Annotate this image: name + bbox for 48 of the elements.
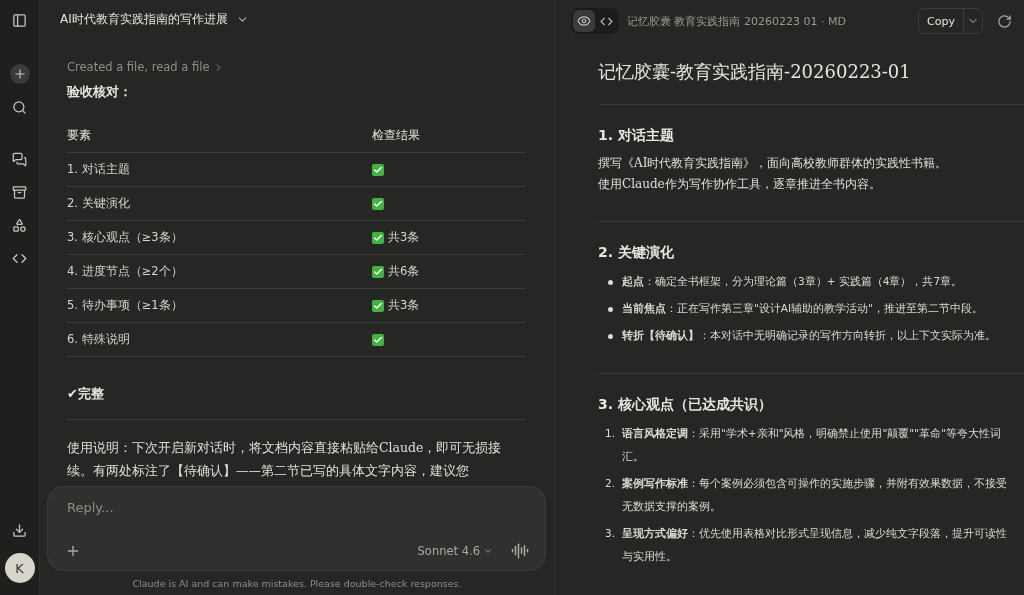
section-heading: 3. 核心观点（已达成共识）: [598, 396, 773, 414]
bullet-icon: [607, 280, 613, 285]
table-cell: 共3条: [388, 230, 420, 245]
chat-title[interactable]: AI时代教育实践指南的写作进展: [60, 10, 228, 28]
document-title: 记忆胶囊-教育实践指南-20260223-01: [598, 60, 912, 84]
list-item-text: 语言风格定调：采用"学术+亲和"风格，明确禁止使用"颠覆""革命"等夸大性词汇。: [622, 426, 1002, 464]
column-header: 要素: [67, 128, 91, 143]
column-header: 检查结果: [372, 128, 420, 143]
section-heading: 1. 对话主题: [598, 127, 675, 145]
bullet-icon: [607, 334, 613, 339]
eye-icon: [577, 14, 591, 28]
section-heading: 2. 关键演化: [598, 244, 675, 262]
table-cell: 共6条: [388, 264, 420, 279]
table-cell: 5. 待办事项（≥1条）: [67, 298, 183, 313]
usage-paragraph: 使用说明：下次开启新对话时，将文档内容直接粘贴给Claude，即可无损接续。有两处标注了【待确认】——第二节已写的具体文字内容，建议您: [67, 439, 503, 480]
preview-tab[interactable]: [573, 10, 595, 32]
voice-icon[interactable]: [511, 542, 529, 560]
model-selector[interactable]: Sonnet 4.6: [411, 543, 499, 559]
tool-summary-link[interactable]: Created a file, read a file: [67, 60, 225, 74]
bullet-icon: [607, 307, 613, 312]
paragraph-line: 使用Claude作为写作协作工具，逐章推进全书内容。: [598, 176, 882, 193]
plus-icon: [12, 67, 27, 81]
list-number: 1.: [605, 427, 615, 439]
table-cell: 4. 进度节点（≥2个）: [67, 264, 183, 279]
list-item-text: 转折【待确认】：本对话中无明确记录的写作方向转折，以上下文实际为准。: [622, 328, 996, 343]
table-cell: 1. 对话主题: [67, 162, 130, 177]
table-cell: 3. 核心观点（≥3条）: [67, 230, 183, 245]
refresh-icon[interactable]: [997, 13, 1012, 29]
list-item-text: 案例写作标准：每个案例必须包含可操作的实施步骤，并附有效果数据，不接受无数据支撑的案例。: [622, 476, 1008, 514]
list-item-text: 当前焦点：正在写作第三章"设计AI辅助的教学活动"，推进至第二节中段。: [622, 301, 983, 316]
table-cell: 共3条: [388, 298, 420, 313]
file-name: 记忆胶囊 教育实践指南 20260223 01 · MD: [627, 13, 847, 29]
verdict-text: ✔完整: [67, 385, 105, 403]
section-heading: 验收核对：: [67, 83, 133, 101]
paragraph-line: 撰写《AI时代教育实践指南》，面向高校教师群体的实践性书籍。: [598, 155, 949, 172]
list-item-text: 起点：确定全书框架，分为理论篇（3章）+ 实践篇（4章），共7章。: [622, 274, 963, 289]
user-avatar[interactable]: K: [4, 553, 35, 583]
list-item-text: 呈现方式偏好：优先使用表格对比形式呈现信息，减少纯文字段落，提升可读性与实用性。: [622, 526, 1008, 564]
table-cell: 6. 特殊说明: [67, 332, 130, 347]
reply-composer[interactable]: Reply... Sonnet 4.6: [47, 486, 546, 571]
reply-input[interactable]: Reply...: [65, 499, 529, 516]
list-number: 2.: [605, 477, 615, 489]
table-cell: 2. 关键演化: [67, 196, 130, 211]
add-icon[interactable]: [65, 543, 81, 559]
new-chat-button[interactable]: [9, 64, 30, 84]
chevron-down-icon: [483, 546, 493, 556]
list-number: 3.: [605, 527, 615, 539]
disclaimer-text: Claude is AI and can make mistakes. Please double-check responses.: [131, 577, 463, 591]
